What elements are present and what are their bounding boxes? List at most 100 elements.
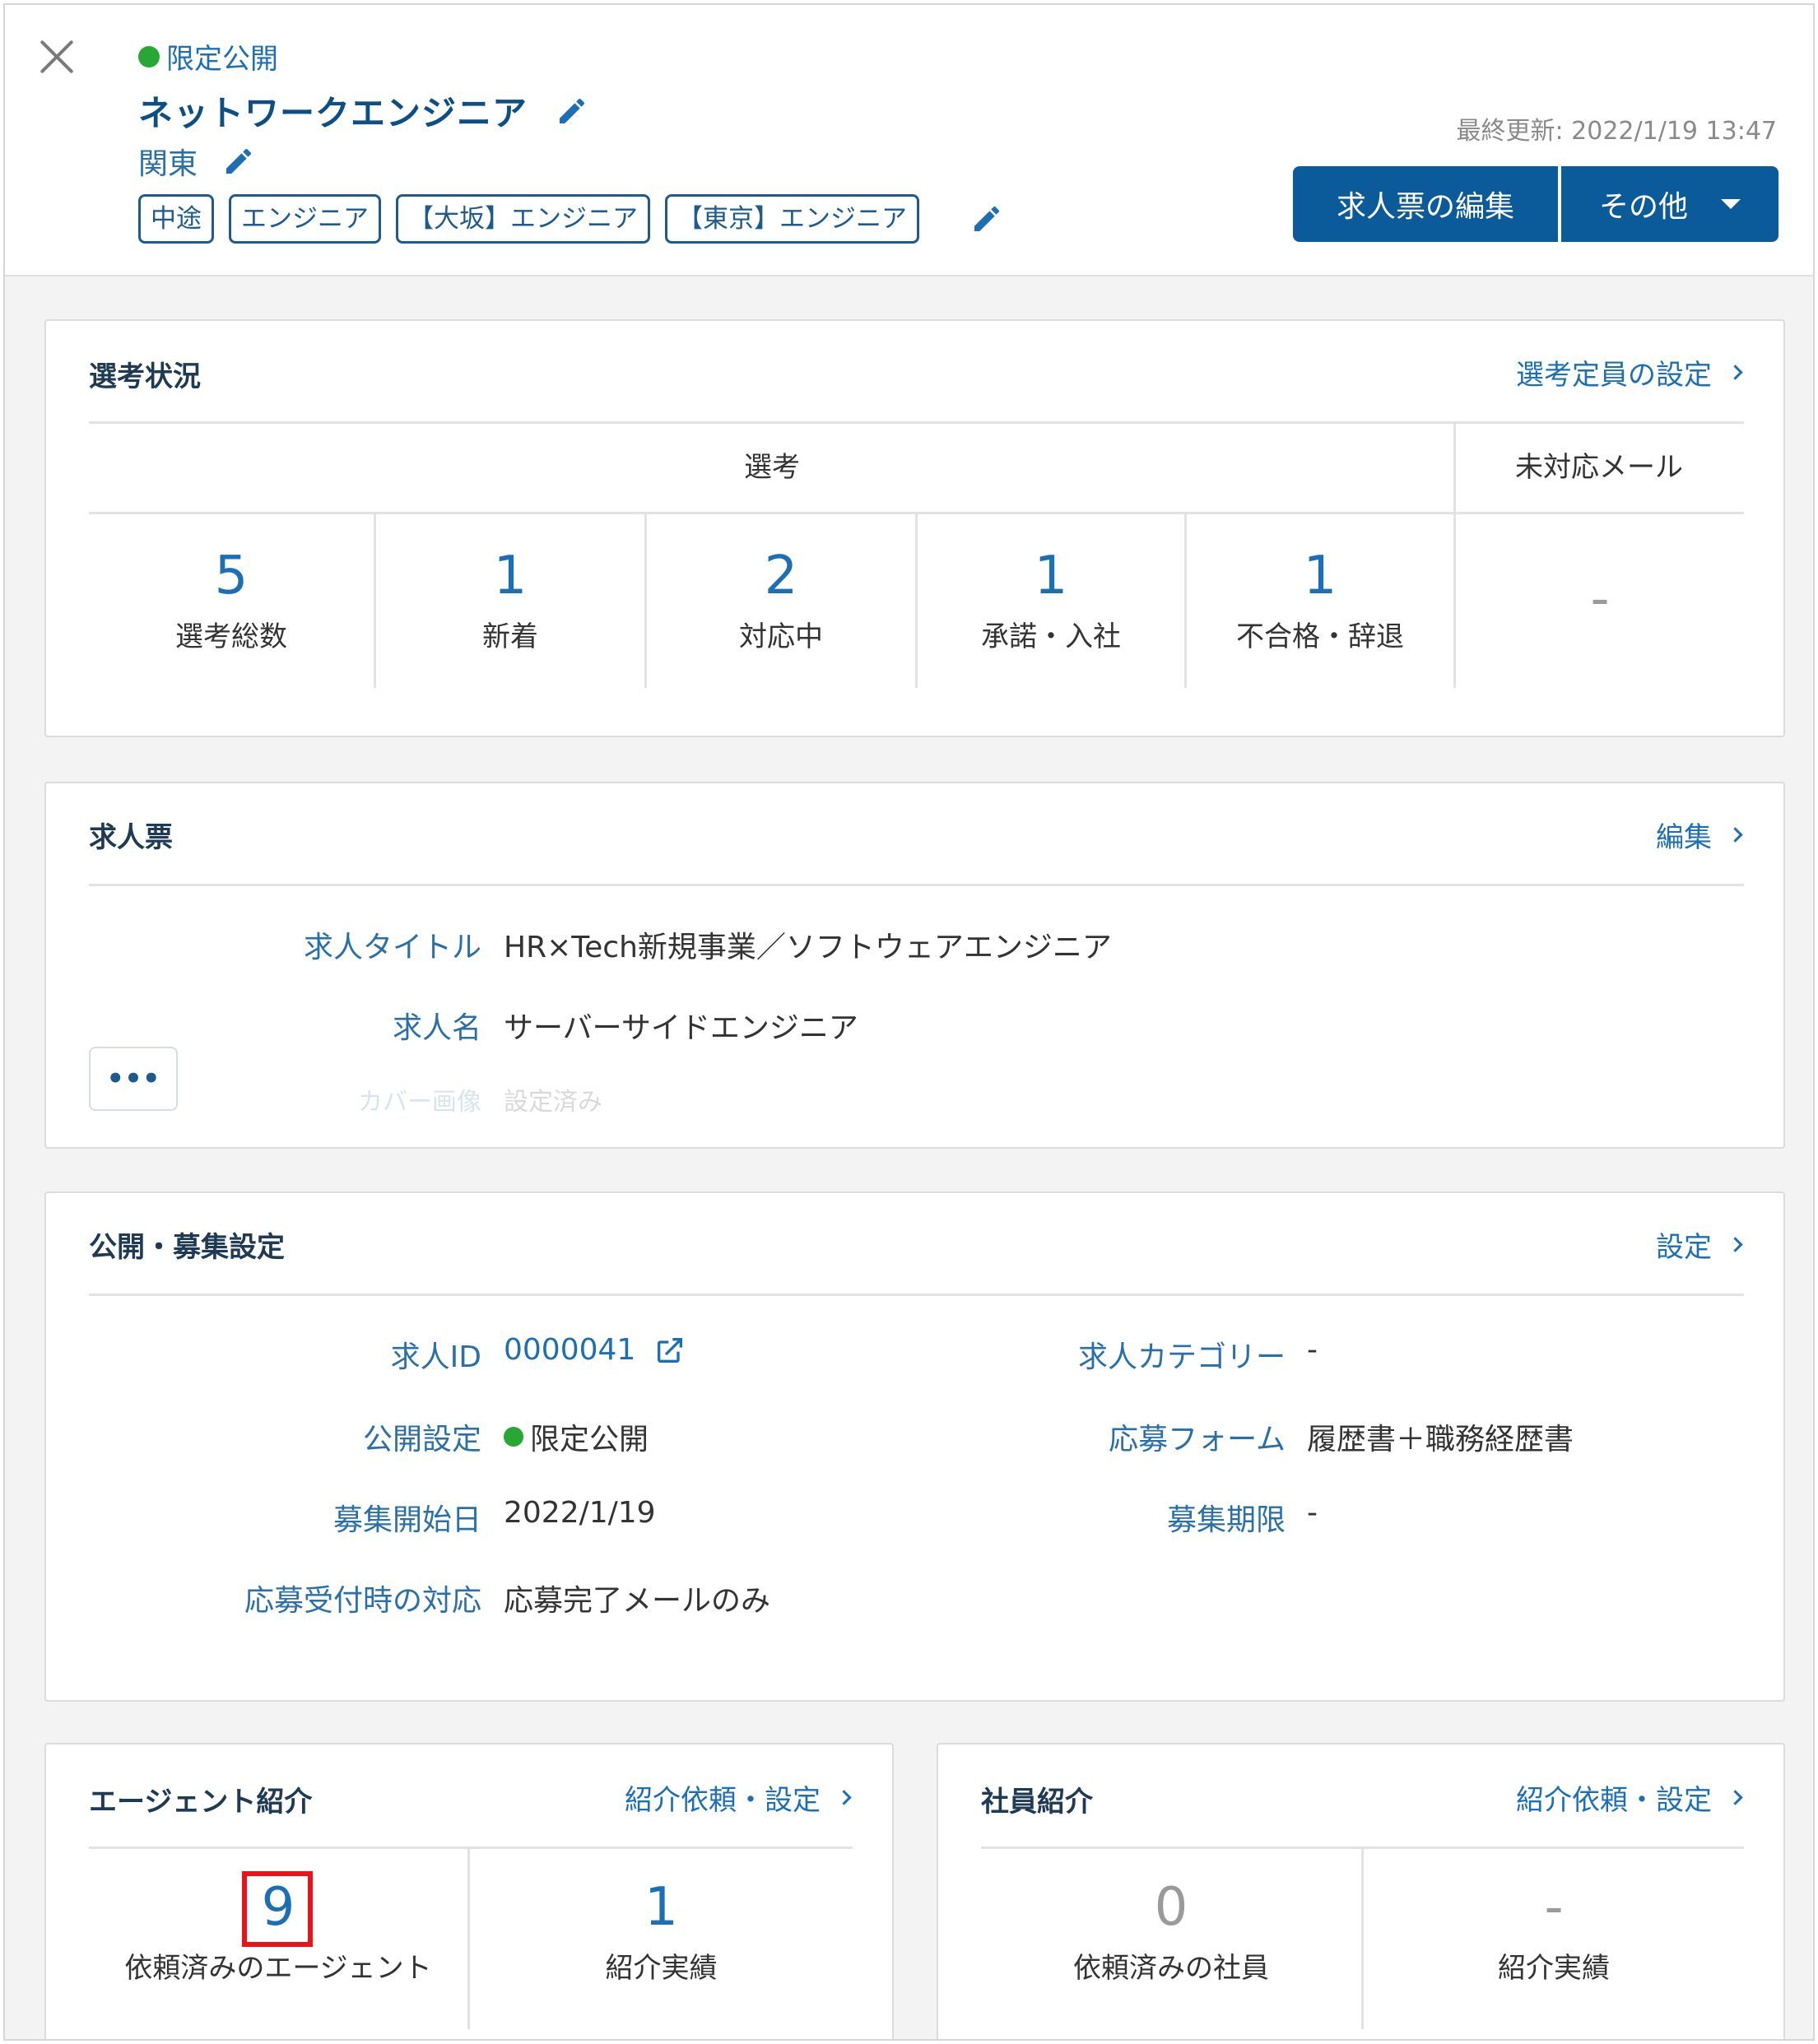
employee-requested-stat[interactable]: 0 依頼済みの社員 bbox=[981, 1876, 1361, 1986]
caret-down-icon bbox=[1721, 199, 1741, 209]
tag-list: 中途 エンジニア 【大坂】エンジニア 【東京】エンジニア bbox=[138, 194, 1003, 244]
job-id-label: 求人ID bbox=[390, 1340, 481, 1374]
edit-job-sheet-label: 求人票の編集 bbox=[1336, 190, 1514, 224]
agent-referral-title: エージェント紹介 bbox=[89, 1786, 313, 1819]
job-name-value: サーバーサイドエンジニア bbox=[504, 1011, 858, 1045]
chevron-right-icon bbox=[1727, 827, 1743, 843]
agent-result-stat[interactable]: 1 紹介実績 bbox=[470, 1876, 853, 1986]
more-dropdown-button[interactable]: その他 bbox=[1561, 166, 1778, 242]
edit-job-sheet-button[interactable]: 求人票の編集 bbox=[1293, 166, 1558, 242]
stat-label: 新着 bbox=[482, 620, 538, 653]
agent-referral-link-label: 紹介依頼・設定 bbox=[625, 1784, 821, 1817]
chevron-right-icon bbox=[836, 1790, 852, 1805]
stat-value: 1 bbox=[644, 1877, 678, 1938]
employee-referral-title: 社員紹介 bbox=[981, 1786, 1093, 1819]
status-text: 限定公開 bbox=[166, 43, 278, 76]
header-action-buttons: 求人票の編集 その他 bbox=[1293, 166, 1778, 242]
job-name-label: 求人名 bbox=[392, 1011, 481, 1045]
visibility-label: 公開設定 bbox=[362, 1423, 481, 1456]
stat-value: 5 bbox=[214, 546, 249, 606]
selection-capacity-link-label: 選考定員の設定 bbox=[1516, 359, 1712, 392]
publish-settings-link[interactable]: 設定 bbox=[1656, 1224, 1743, 1265]
job-header: 限定公開 ネットワークエンジニア 関東 中途 エンジニア 【大坂】エンジニア 【… bbox=[5, 5, 1813, 276]
selection-status-title: 選考状況 bbox=[89, 360, 201, 393]
job-category-label: 求人カテゴリー bbox=[1077, 1340, 1286, 1374]
stat-value: 0 bbox=[1154, 1877, 1188, 1938]
stat-value: 1 bbox=[493, 546, 528, 606]
stat-rejected[interactable]: 1 不合格・辞退 bbox=[1187, 545, 1453, 654]
stat-total[interactable]: 5 選考総数 bbox=[89, 545, 374, 654]
stat-value: - bbox=[1544, 1877, 1564, 1938]
ellipsis-icon: ••• bbox=[106, 1062, 160, 1095]
employee-result-stat: - 紹介実績 bbox=[1364, 1876, 1744, 1986]
stat-value: 2 bbox=[764, 546, 798, 606]
stat-value: 1 bbox=[1034, 546, 1068, 606]
publish-settings-link-label: 設定 bbox=[1656, 1231, 1712, 1264]
stat-value: - bbox=[1590, 569, 1610, 629]
unread-mail-column-header: 未対応メール bbox=[1515, 451, 1683, 484]
start-date-label: 募集開始日 bbox=[332, 1503, 481, 1537]
job-title-label: 求人タイトル bbox=[303, 931, 481, 964]
stat-label: 紹介実績 bbox=[1498, 1952, 1610, 1985]
application-response-value: 応募完了メールのみ bbox=[504, 1584, 771, 1618]
tag: 中途 bbox=[138, 194, 214, 244]
stat-label: 選考総数 bbox=[175, 620, 287, 653]
highlight-box bbox=[242, 1871, 313, 1947]
stat-in-progress[interactable]: 2 対応中 bbox=[647, 545, 915, 654]
job-title-value: HR×Tech新規事業／ソフトウェアエンジニア bbox=[504, 931, 1112, 964]
stat-label: 対応中 bbox=[739, 620, 823, 653]
external-link-icon[interactable] bbox=[653, 1334, 686, 1367]
employee-referral-card: 社員紹介 紹介依頼・設定 0 依頼済みの社員 - 紹介実績 bbox=[937, 1743, 1785, 2039]
cover-image-label: カバー画像 bbox=[358, 1088, 481, 1117]
job-title: ネットワークエンジニア bbox=[138, 93, 528, 133]
show-more-button[interactable]: ••• bbox=[89, 1047, 178, 1111]
close-icon[interactable] bbox=[38, 38, 76, 76]
chevron-right-icon bbox=[1727, 365, 1743, 380]
publish-settings-title: 公開・募集設定 bbox=[89, 1231, 285, 1264]
edit-title-pencil-icon[interactable] bbox=[556, 95, 588, 128]
selection-status-card: 選考状況 選考定員の設定 選考 未対応メール 5 選考総数 1 新着 2 対応中… bbox=[44, 319, 1785, 737]
job-detail-panel: 限定公開 ネットワークエンジニア 関東 中途 エンジニア 【大坂】エンジニア 【… bbox=[3, 3, 1815, 2041]
stat-label: 不合格・辞退 bbox=[1236, 620, 1404, 653]
last-updated: 最終更新: 2022/1/19 13:47 bbox=[1456, 117, 1777, 146]
stat-new[interactable]: 1 新着 bbox=[376, 545, 644, 654]
status-dot-icon bbox=[504, 1427, 523, 1447]
employee-referral-link[interactable]: 紹介依頼・設定 bbox=[1516, 1777, 1743, 1818]
stat-accepted[interactable]: 1 承諾・入社 bbox=[918, 545, 1184, 654]
tag: 【東京】エンジニア bbox=[665, 194, 919, 244]
job-sheet-card: 求人票 編集 求人タイトル HR×Tech新規事業／ソフトウェアエンジニア 求人… bbox=[44, 782, 1785, 1149]
chevron-right-icon bbox=[1727, 1237, 1743, 1252]
agent-referral-card: エージェント紹介 紹介依頼・設定 9 依頼済みのエージェント 1 紹介実績 bbox=[44, 1743, 894, 2039]
job-sheet-title: 求人票 bbox=[89, 821, 173, 854]
chevron-right-icon bbox=[1727, 1790, 1743, 1805]
stat-unread-mail: - bbox=[1456, 568, 1744, 630]
employee-referral-link-label: 紹介依頼・設定 bbox=[1516, 1784, 1712, 1817]
application-response-label: 応募受付時の対応 bbox=[244, 1584, 481, 1618]
application-form-value: 履歴書＋職務経歴書 bbox=[1307, 1423, 1574, 1456]
deadline-value: - bbox=[1307, 1496, 1318, 1530]
stat-label: 承諾・入社 bbox=[981, 620, 1121, 653]
edit-tags-pencil-icon[interactable] bbox=[970, 202, 1003, 235]
region-label: 関東 bbox=[138, 147, 198, 181]
job-sheet-edit-link-label: 編集 bbox=[1656, 821, 1712, 854]
selection-column-header: 選考 bbox=[744, 451, 800, 484]
stat-label: 依頼済みのエージェント bbox=[124, 1952, 432, 1985]
more-label: その他 bbox=[1598, 190, 1688, 224]
stat-value: 1 bbox=[1303, 546, 1337, 606]
job-category-value: - bbox=[1307, 1333, 1318, 1367]
stat-label: 依頼済みの社員 bbox=[1073, 1952, 1269, 1985]
cover-image-value: 設定済み bbox=[504, 1088, 602, 1117]
job-id-link[interactable]: 0000041 bbox=[504, 1333, 635, 1367]
stat-label: 紹介実績 bbox=[605, 1952, 718, 1985]
job-sheet-edit-link[interactable]: 編集 bbox=[1656, 815, 1743, 855]
status-indicator: 限定公開 bbox=[138, 36, 278, 77]
tag: 【大坂】エンジニア bbox=[396, 194, 650, 244]
selection-capacity-link[interactable]: 選考定員の設定 bbox=[1516, 352, 1743, 393]
tag: エンジニア bbox=[229, 194, 381, 244]
visibility-value: 限定公開 bbox=[530, 1423, 649, 1456]
deadline-label: 募集期限 bbox=[1166, 1503, 1286, 1537]
edit-region-pencil-icon[interactable] bbox=[222, 145, 255, 178]
start-date-value: 2022/1/19 bbox=[504, 1496, 656, 1530]
agent-referral-link[interactable]: 紹介依頼・設定 bbox=[625, 1777, 852, 1818]
application-form-label: 応募フォーム bbox=[1109, 1423, 1286, 1456]
